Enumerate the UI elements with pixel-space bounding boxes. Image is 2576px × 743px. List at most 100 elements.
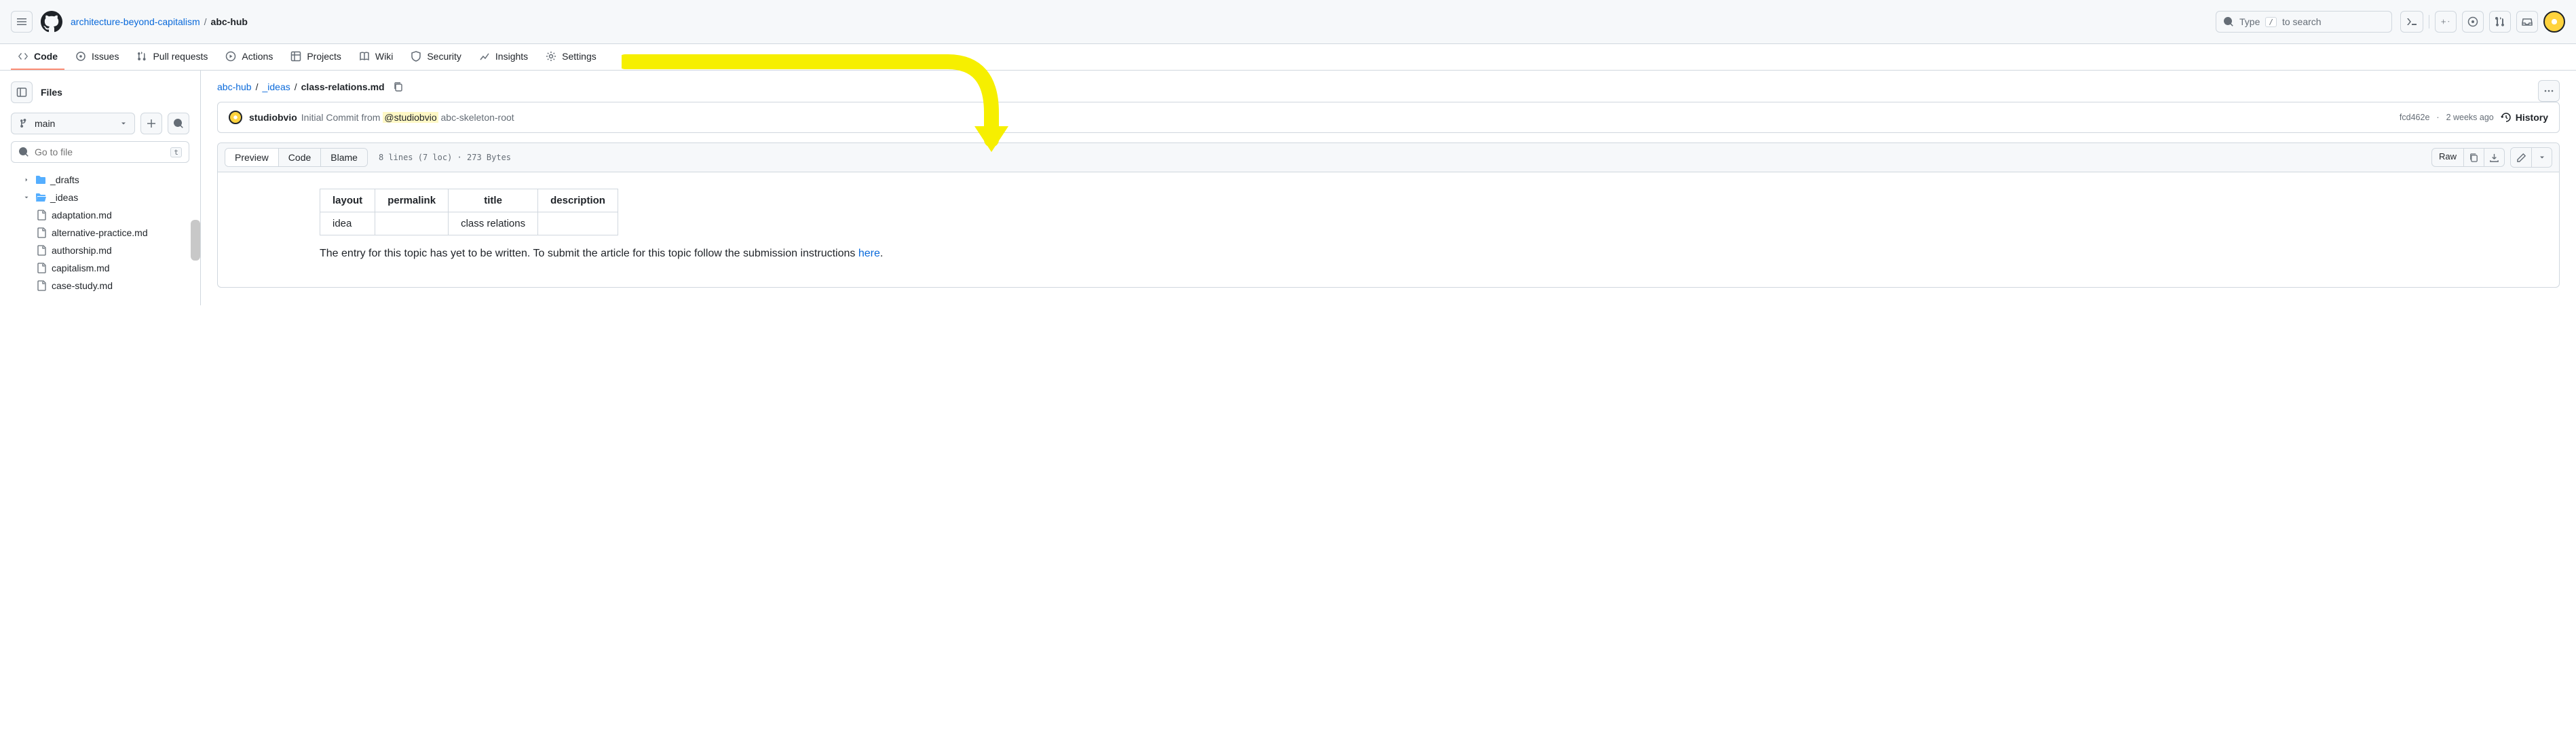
table-header: permalink: [375, 189, 449, 212]
tab-blame[interactable]: Blame: [320, 149, 367, 166]
tree-file[interactable]: adaptation.md: [11, 206, 189, 224]
file-icon: [37, 263, 48, 273]
file-filter[interactable]: t: [11, 141, 189, 163]
global-search[interactable]: Type / to search: [2216, 11, 2392, 33]
file-view-box: Preview Code Blame 8 lines (7 loc) · 273…: [217, 142, 2560, 288]
file-filter-key: t: [170, 147, 182, 157]
tab-preview[interactable]: Preview: [225, 149, 278, 166]
terminal-icon: [2406, 16, 2417, 27]
play-icon: [225, 51, 236, 62]
file-filter-input[interactable]: [35, 147, 165, 157]
repo-breadcrumb: architecture-beyond-capitalism / abc-hub: [71, 16, 248, 27]
commit-sha[interactable]: fcd462e: [2400, 113, 2429, 122]
tree-label: case-study.md: [52, 280, 113, 291]
chevron-down-icon: [2538, 153, 2546, 161]
tab-projects[interactable]: Projects: [284, 44, 348, 70]
tab-pull-requests[interactable]: Pull requests: [130, 44, 214, 70]
toggle-sidebar-button[interactable]: [11, 81, 33, 103]
github-logo[interactable]: [41, 11, 62, 33]
commit-mention: @studiobvio: [383, 112, 438, 123]
search-placeholder-post: to search: [2282, 16, 2322, 27]
here-link[interactable]: here: [858, 248, 880, 259]
tree-file[interactable]: alternative-practice.md: [11, 224, 189, 242]
add-file-button[interactable]: [140, 113, 162, 134]
plus-icon: [146, 118, 157, 129]
project-icon: [290, 51, 301, 62]
edit-dropdown-button[interactable]: [2531, 148, 2552, 167]
search-tree-button[interactable]: [168, 113, 189, 134]
org-link[interactable]: architecture-beyond-capitalism: [71, 16, 200, 27]
repo-link[interactable]: abc-hub: [211, 16, 248, 27]
commit-author[interactable]: studiobvio: [249, 112, 297, 123]
edit-button[interactable]: [2511, 148, 2531, 167]
path-dir[interactable]: _ideas: [262, 81, 290, 92]
plus-icon: [2441, 16, 2446, 27]
search-icon: [173, 118, 184, 129]
tab-issues[interactable]: Issues: [69, 44, 126, 70]
git-branch-icon: [18, 118, 29, 129]
history-link[interactable]: History: [2501, 112, 2548, 123]
main: Files main t _drafts: [0, 71, 2576, 305]
issues-button[interactable]: [2462, 11, 2484, 33]
sidebar-title: Files: [41, 87, 62, 98]
tree-file[interactable]: capitalism.md: [11, 259, 189, 277]
pencil-icon: [2516, 153, 2526, 163]
file-path-breadcrumb: abc-hub / _ideas / class-relations.md: [217, 81, 2560, 92]
tree-folder-ideas[interactable]: _ideas: [11, 189, 189, 206]
user-avatar[interactable]: [2543, 11, 2565, 33]
commit-message[interactable]: Initial Commit from @studiobvio abc-skel…: [301, 112, 514, 123]
path-separator: /: [295, 81, 297, 92]
scrollbar-thumb[interactable]: [191, 220, 200, 261]
copy-path-button[interactable]: [393, 81, 404, 92]
chevron-right-icon: [23, 176, 30, 183]
git-pull-request-icon: [2495, 16, 2505, 27]
path-separator: /: [256, 81, 259, 92]
file-icon: [37, 227, 48, 238]
tab-wiki[interactable]: Wiki: [352, 44, 400, 70]
pull-requests-button[interactable]: [2489, 11, 2511, 33]
tab-code-view[interactable]: Code: [278, 149, 320, 166]
command-palette-button[interactable]: [2400, 11, 2423, 33]
kebab-icon: [2543, 85, 2554, 96]
graph-icon: [479, 51, 490, 62]
more-options-button[interactable]: [2538, 80, 2560, 102]
chevron-down-icon: [2447, 18, 2450, 25]
path-root[interactable]: abc-hub: [217, 81, 252, 92]
table-header: title: [449, 189, 538, 212]
repo-nav: Code Issues Pull requests Actions Projec…: [0, 44, 2576, 71]
gear-icon: [546, 51, 556, 62]
tab-code[interactable]: Code: [11, 44, 64, 70]
edit-group: [2510, 147, 2552, 168]
tree-file[interactable]: case-study.md: [11, 277, 189, 294]
file-tree: _drafts _ideas adaptation.md alternative…: [11, 171, 189, 294]
download-raw-button[interactable]: [2484, 148, 2505, 167]
header-actions: [2400, 11, 2565, 33]
notifications-button[interactable]: [2516, 11, 2538, 33]
raw-button[interactable]: Raw: [2431, 148, 2464, 167]
create-new-button[interactable]: [2435, 11, 2457, 33]
search-icon: [2223, 16, 2234, 27]
global-header: architecture-beyond-capitalism / abc-hub…: [0, 0, 2576, 44]
tab-settings[interactable]: Settings: [539, 44, 603, 70]
copy-raw-button[interactable]: [2464, 148, 2484, 167]
copy-icon: [2469, 153, 2479, 163]
tree-label: alternative-practice.md: [52, 227, 148, 238]
table-cell: idea: [320, 212, 375, 235]
table-header: layout: [320, 189, 375, 212]
search-key: /: [2265, 17, 2277, 27]
file-meta: 8 lines (7 loc) · 273 Bytes: [379, 153, 511, 162]
tab-actions[interactable]: Actions: [219, 44, 280, 70]
download-icon: [2489, 153, 2499, 163]
file-icon: [37, 245, 48, 256]
branch-select[interactable]: main: [11, 113, 135, 134]
table-cell: [538, 212, 618, 235]
hamburger-button[interactable]: [11, 11, 33, 33]
tab-insights[interactable]: Insights: [472, 44, 535, 70]
path-file: class-relations.md: [301, 81, 385, 92]
tree-label: authorship.md: [52, 245, 112, 256]
tab-security[interactable]: Security: [404, 44, 468, 70]
tree-folder-drafts[interactable]: _drafts: [11, 171, 189, 189]
tree-file[interactable]: authorship.md: [11, 242, 189, 259]
raw-group: Raw: [2431, 148, 2505, 167]
commit-author-avatar[interactable]: [229, 111, 242, 124]
